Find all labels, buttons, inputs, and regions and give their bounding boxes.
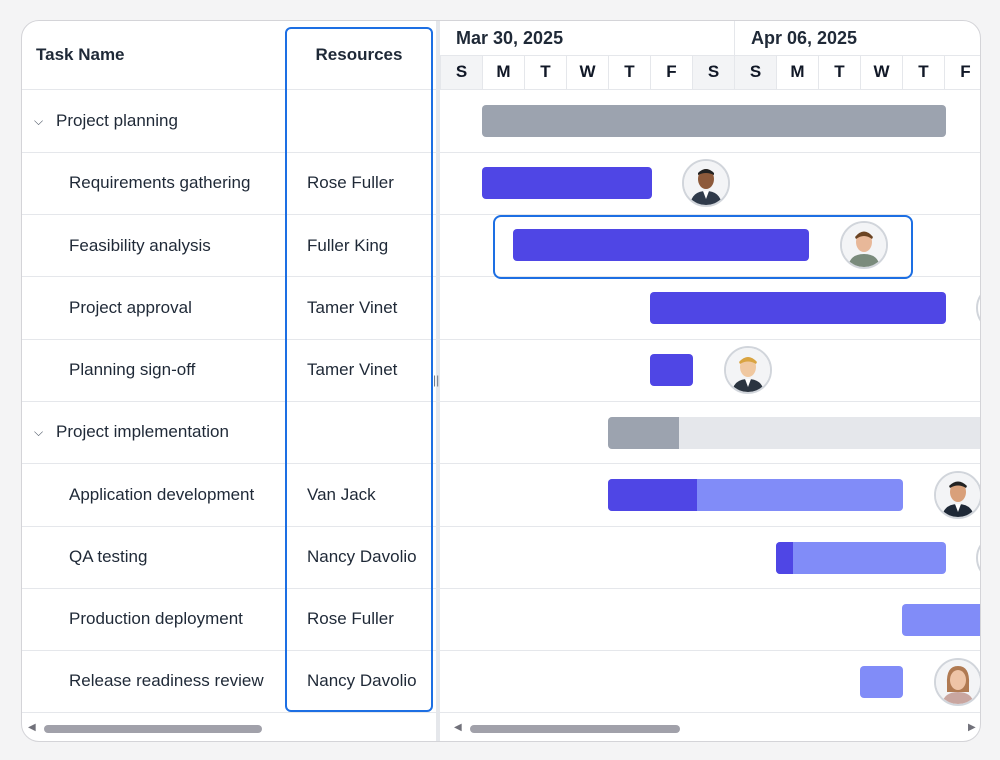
grid-row-parent[interactable]: ⌵ Project planning — [34, 90, 178, 152]
timeline-week: Apr 06, 2025 — [734, 21, 980, 55]
timeline-day: S — [440, 55, 482, 89]
header-divider — [440, 55, 980, 56]
resource-name[interactable]: Fuller King — [307, 215, 388, 277]
task-name[interactable]: Requirements gathering — [69, 152, 250, 214]
resource-avatar[interactable] — [724, 346, 772, 394]
timeline-day: F — [944, 55, 980, 89]
row-divider — [440, 712, 980, 713]
resource-avatar[interactable] — [840, 221, 888, 269]
timeline-day: T — [608, 55, 650, 89]
task-bar[interactable] — [860, 666, 903, 698]
grid-row-parent[interactable]: ⌵ Project implementation — [34, 401, 229, 463]
resource-avatar[interactable] — [682, 159, 730, 207]
task-name[interactable]: Project approval — [69, 277, 192, 339]
timeline-chart: S M T W T F S S M T W T F Mar 30, 2025 A… — [440, 21, 980, 741]
resource-avatar[interactable] — [934, 658, 980, 706]
task-bar[interactable] — [776, 542, 946, 574]
timeline-day: T — [902, 55, 944, 89]
task-name[interactable]: Feasibility analysis — [69, 215, 211, 277]
row-divider — [440, 339, 980, 340]
task-name[interactable]: Production deployment — [69, 588, 243, 650]
task-bar[interactable] — [902, 604, 980, 636]
row-divider — [440, 526, 980, 527]
resources-column-header[interactable]: Resources — [286, 21, 432, 89]
timeline-day: M — [776, 55, 818, 89]
timeline-day: F — [650, 55, 692, 89]
scroll-right-icon[interactable]: ▶ — [968, 722, 976, 733]
task-bar-progress — [608, 479, 697, 511]
resource-name[interactable]: Tamer Vinet — [307, 277, 397, 339]
scrollbar-thumb[interactable] — [44, 725, 262, 733]
task-bar[interactable] — [513, 229, 809, 261]
timeline-day: S — [734, 55, 776, 89]
summary-bar[interactable] — [482, 105, 946, 137]
row-divider — [22, 712, 437, 713]
row-divider — [440, 401, 980, 402]
timeline-day: T — [818, 55, 860, 89]
timeline-day: W — [860, 55, 902, 89]
task-bar[interactable] — [650, 292, 946, 324]
task-name[interactable]: Release readiness review — [69, 650, 264, 712]
resource-name[interactable]: Nancy Davolio — [307, 526, 417, 588]
resource-name[interactable]: Van Jack — [307, 464, 376, 526]
task-bar-progress — [776, 542, 793, 574]
row-divider — [440, 588, 980, 589]
resource-avatar[interactable] — [976, 284, 980, 332]
task-name[interactable]: Planning sign-off — [69, 339, 195, 401]
splitter-grip-icon[interactable]: || — [433, 373, 439, 387]
summary-bar-progress — [608, 417, 679, 449]
task-name[interactable]: Application development — [69, 464, 254, 526]
chevron-down-icon[interactable]: ⌵ — [34, 425, 50, 440]
resource-avatar[interactable] — [976, 534, 980, 582]
task-bar[interactable] — [650, 354, 693, 386]
row-divider — [440, 463, 980, 464]
gantt-chart: Task Name Resources ⌵ Project planning R… — [21, 20, 981, 742]
timeline-day: T — [524, 55, 566, 89]
timeline-day: M — [482, 55, 524, 89]
task-name: Project implementation — [56, 422, 229, 441]
task-name-column-header[interactable]: Task Name — [36, 21, 125, 89]
scrollbar-thumb[interactable] — [470, 725, 680, 733]
scroll-left-icon[interactable]: ◀ — [28, 722, 36, 733]
timeline-day: W — [566, 55, 608, 89]
resource-name[interactable]: Rose Fuller — [307, 588, 394, 650]
row-divider — [440, 152, 980, 153]
timeline-day: S — [692, 55, 734, 89]
chart-horizontal-scrollbar[interactable]: ◀ ▶ — [440, 721, 980, 735]
resource-name[interactable]: Nancy Davolio — [307, 650, 417, 712]
chevron-down-icon[interactable]: ⌵ — [34, 114, 50, 129]
resource-name[interactable]: Rose Fuller — [307, 152, 394, 214]
resource-name[interactable]: Tamer Vinet — [307, 339, 397, 401]
task-name[interactable]: QA testing — [69, 526, 147, 588]
grid-horizontal-scrollbar[interactable]: ◀ — [22, 721, 436, 735]
resource-avatar[interactable] — [934, 471, 980, 519]
task-bar[interactable] — [482, 167, 652, 199]
scroll-left-icon[interactable]: ◀ — [454, 722, 462, 733]
timeline-week: Mar 30, 2025 — [456, 27, 564, 48]
row-divider — [440, 650, 980, 651]
task-name: Project planning — [56, 111, 178, 130]
task-grid: Task Name Resources ⌵ Project planning R… — [22, 21, 437, 741]
header-divider — [440, 89, 980, 90]
